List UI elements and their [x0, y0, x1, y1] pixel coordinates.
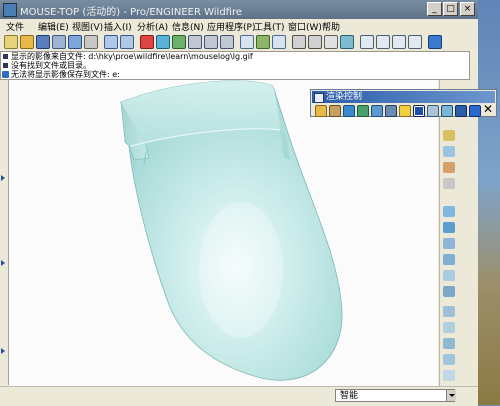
zoom-in-icon[interactable] — [188, 35, 202, 49]
menu-bar: 文件 编辑(E) 视图(V) 插入(I) 分析(A) 信息(N) 应用程序(P)… — [0, 19, 478, 35]
close-button[interactable]: × — [460, 2, 475, 16]
desktop-background — [478, 0, 500, 405]
graphics-window[interactable] — [9, 80, 438, 386]
proe-window: MOUSE-TOP (活动的) - Pro/ENGINEER Wildfire … — [0, 0, 478, 406]
sweep-tool-icon[interactable] — [443, 254, 455, 265]
selection-filter-value: 智能 — [340, 391, 359, 401]
menu-analysis[interactable]: 分析(A) — [137, 20, 168, 33]
datum-axes-icon[interactable] — [376, 35, 390, 49]
extrude-tool-icon[interactable] — [443, 222, 455, 233]
coordinate-system-icon[interactable] — [408, 35, 422, 49]
title-bar: MOUSE-TOP (活动的) - Pro/ENGINEER Wildfire … — [0, 0, 478, 19]
view-orient-icon[interactable] — [240, 35, 254, 49]
minimize-button[interactable]: _ — [427, 2, 442, 16]
message-text: 无法将显示影像保存到文件: e: — [11, 70, 120, 79]
expand-arrow-icon[interactable] — [1, 260, 5, 266]
datum-axis-tool-icon[interactable] — [443, 146, 455, 157]
message-line: 没有找到文件或目录。 — [2, 61, 469, 70]
hidden-line-icon[interactable] — [308, 35, 322, 49]
open-folder-icon[interactable] — [315, 105, 327, 117]
coordinate-tool-icon[interactable] — [443, 178, 455, 189]
selection-filter[interactable]: 智能 — [335, 389, 455, 402]
render-control-panel: 渲染控制 ✕ — [310, 89, 497, 117]
draft-tool-icon[interactable] — [443, 338, 455, 349]
open-folder-icon[interactable] — [20, 35, 34, 49]
main-toolbar — [0, 34, 478, 50]
expand-arrow-icon[interactable] — [1, 348, 5, 354]
room-icon[interactable] — [329, 105, 341, 117]
print-icon[interactable] — [52, 35, 66, 49]
mouse-top-model — [120, 80, 343, 381]
datum-point-tool-icon[interactable] — [443, 162, 455, 173]
expand-arrow-icon[interactable] — [1, 175, 5, 181]
saved-views-icon[interactable] — [256, 35, 270, 49]
render-globe-icon[interactable] — [469, 105, 481, 117]
datum-plane-tool-icon[interactable] — [443, 130, 455, 141]
message-line: 无法将显示影像保存到文件: e: — [2, 70, 469, 79]
message-text: 没有找到文件或目录。 — [11, 61, 91, 70]
menu-window[interactable]: 窗口(W) — [288, 20, 322, 33]
menu-help[interactable]: 帮助 — [322, 20, 340, 33]
message-area: 显示的影像来自文件: d:\hky\proe\wildfire\learn\mo… — [0, 51, 470, 80]
render-window-icon[interactable] — [413, 105, 425, 117]
shell-tool-icon[interactable] — [443, 306, 455, 317]
message-line: 显示的影像来自文件: d:\hky\proe\wildfire\learn\mo… — [2, 52, 469, 61]
render-panel-titlebar[interactable]: 渲染控制 — [312, 91, 495, 103]
datum-points-icon[interactable] — [392, 35, 406, 49]
zoom-out-icon[interactable] — [204, 35, 218, 49]
maximize-button[interactable]: □ — [443, 2, 458, 16]
hole-tool-icon[interactable] — [443, 286, 455, 297]
close-icon[interactable]: ✕ — [483, 103, 493, 115]
save-render-icon[interactable] — [455, 105, 467, 117]
save-icon[interactable] — [36, 35, 50, 49]
redo-icon[interactable] — [120, 35, 134, 49]
repaint-icon[interactable] — [156, 35, 170, 49]
menu-file[interactable]: 文件 — [6, 20, 24, 33]
light-icon[interactable] — [399, 105, 411, 117]
filter-dropdown-arrow-icon[interactable] — [446, 390, 456, 401]
render-setup-icon[interactable] — [343, 105, 355, 117]
scene-icon[interactable] — [357, 105, 369, 117]
bullet-icon — [3, 62, 8, 68]
wireframe-icon[interactable] — [292, 35, 306, 49]
zoom-fit-icon[interactable] — [220, 35, 234, 49]
no-hidden-icon[interactable] — [324, 35, 338, 49]
render-panel-title: 渲染控制 — [326, 92, 363, 102]
menu-applications[interactable]: 应用程序(P) — [207, 20, 255, 33]
email-icon[interactable] — [68, 35, 82, 49]
menu-insert[interactable]: 插入(I) — [104, 20, 132, 33]
round-tool-icon[interactable] — [443, 354, 455, 365]
bullet-icon — [3, 53, 8, 59]
app-icon — [3, 3, 17, 17]
menu-info[interactable]: 信息(N) — [172, 20, 204, 33]
help-icon[interactable] — [428, 35, 442, 49]
menu-edit[interactable]: 编辑(E) — [38, 20, 69, 33]
status-bar: 智能 — [0, 386, 478, 406]
revolve-tool-icon[interactable] — [443, 238, 455, 249]
texture-icon[interactable] — [385, 105, 397, 117]
blend-tool-icon[interactable] — [443, 270, 455, 281]
info-icon — [2, 71, 9, 78]
shading-icon[interactable] — [340, 35, 354, 49]
right-feature-toolbar — [439, 80, 459, 386]
copy-icon[interactable] — [84, 35, 98, 49]
effects-icon[interactable] — [427, 105, 439, 117]
regenerate-icon[interactable] — [140, 35, 154, 49]
perspective-icon[interactable] — [441, 105, 453, 117]
new-file-icon[interactable] — [4, 35, 18, 49]
appearance-icon[interactable] — [371, 105, 383, 117]
spin-center-icon[interactable] — [172, 35, 186, 49]
window-title: MOUSE-TOP (活动的) - Pro/ENGINEER Wildfire — [20, 7, 243, 18]
message-text: 显示的影像来自文件: d:\hky\proe\wildfire\learn\mo… — [11, 52, 253, 61]
layers-icon[interactable] — [272, 35, 286, 49]
navigator-collapse-strip[interactable] — [0, 80, 9, 385]
datum-planes-icon[interactable] — [360, 35, 374, 49]
chamfer-tool-icon[interactable] — [443, 370, 455, 381]
menu-tools[interactable]: 工具(T) — [254, 20, 285, 33]
sketch-tool-icon[interactable] — [443, 206, 455, 217]
undo-icon[interactable] — [104, 35, 118, 49]
rib-tool-icon[interactable] — [443, 322, 455, 333]
menu-view[interactable]: 视图(V) — [72, 20, 103, 33]
render-panel-icon — [314, 93, 324, 103]
